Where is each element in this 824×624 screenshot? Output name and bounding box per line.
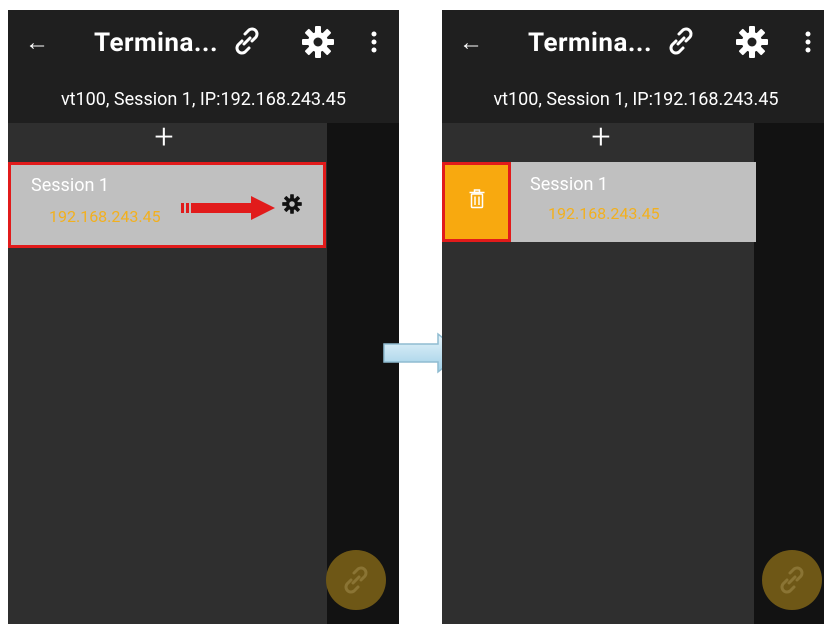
more-vert-icon-svg [805, 31, 811, 53]
session-gear-icon-svg [282, 194, 302, 214]
right-screen: ← Termina... vt100, Session 1, IP:192.16… [442, 10, 824, 624]
delete-session-button[interactable] [442, 162, 511, 242]
back-arrow-icon[interactable]: ← [459, 30, 483, 54]
back-arrow-icon[interactable]: ← [25, 30, 49, 54]
session-settings-gear-icon[interactable] [281, 193, 303, 215]
more-vert-icon[interactable] [800, 26, 816, 58]
fab-link-icon [344, 566, 368, 594]
link-icon-svg [235, 27, 259, 55]
link-icon[interactable] [230, 24, 264, 58]
session-list-item[interactable]: Session 1 192.168.243.45 [8, 162, 326, 248]
gear-icon-svg [736, 26, 768, 58]
session-info-bar: vt100, Session 1, IP:192.168.243.45 [442, 76, 824, 123]
fab-link-icon [780, 566, 804, 594]
session-name: Session 1 [530, 174, 608, 195]
more-vert-icon-svg [371, 31, 377, 53]
session-ip: 192.168.243.45 [49, 207, 161, 226]
session-list-item[interactable]: Session 1 192.168.243.45 [442, 162, 756, 242]
trash-icon [469, 189, 485, 209]
add-session-button[interactable]: + [150, 120, 178, 154]
add-session-button[interactable]: + [587, 120, 615, 154]
app-title: Termina... [528, 28, 653, 58]
link-icon-svg [669, 27, 693, 55]
session-ip: 192.168.243.45 [548, 204, 660, 223]
more-vert-icon[interactable] [366, 26, 382, 58]
app-title: Termina... [94, 28, 219, 58]
connect-fab-button[interactable] [762, 550, 822, 610]
session-info-bar: vt100, Session 1, IP:192.168.243.45 [8, 76, 399, 123]
gear-icon[interactable] [300, 24, 336, 60]
app-bar: ← Termina... [8, 10, 399, 76]
app-bar: ← Termina... [442, 10, 824, 76]
side-panel-strip [754, 123, 824, 624]
connect-fab-button[interactable] [326, 550, 386, 610]
session-name: Session 1 [31, 175, 109, 196]
gear-icon[interactable] [734, 24, 770, 60]
left-screen: ← Termina... vt100, Session 1, IP:192.16… [8, 10, 399, 624]
link-icon[interactable] [664, 24, 698, 58]
swipe-right-arrow-icon [181, 196, 275, 220]
gear-icon-svg [302, 26, 334, 58]
